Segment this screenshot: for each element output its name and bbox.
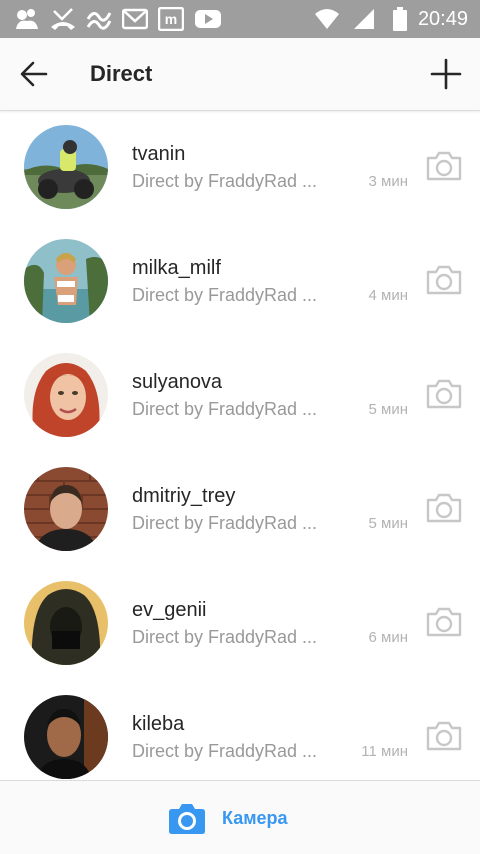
youtube-icon: [194, 7, 222, 31]
thread-username: tvanin: [132, 143, 186, 165]
camera-icon: [426, 265, 462, 295]
svg-text:m: m: [165, 11, 177, 27]
thread-row[interactable]: tvanin Direct by FraddyRad ... 3 мин: [0, 111, 480, 225]
camera-button[interactable]: Камера: [168, 799, 288, 837]
thread-row[interactable]: milka_milf Direct by FraddyRad ... 4 мин: [0, 225, 480, 339]
avatar[interactable]: [24, 581, 108, 665]
thread-preview: Direct by FraddyRad ...: [132, 741, 318, 761]
wifi-icon: [314, 7, 340, 31]
thread-time: 4 мин: [368, 287, 409, 304]
camera-icon: [169, 804, 205, 834]
battery-icon: [392, 7, 408, 31]
reply-camera-button[interactable]: [424, 491, 464, 525]
thread-row[interactable]: kileba Direct by FraddyRad ... 11 мин: [0, 681, 480, 781]
thread-time: 5 мин: [368, 515, 409, 532]
app-bar: Direct: [0, 38, 480, 111]
thread-preview: Direct by FraddyRad ...: [132, 285, 318, 305]
thread-username: milka_milf: [132, 257, 221, 279]
status-bar: m 20:49: [0, 0, 480, 38]
signal-wave-icon: [86, 7, 112, 31]
thread-preview: Direct by FraddyRad ...: [132, 513, 318, 533]
camera-icon: [426, 151, 462, 181]
cell-signal-icon: [352, 7, 376, 31]
thread-time: 3 мин: [368, 173, 409, 190]
thread-preview: Direct by FraddyRad ...: [132, 399, 318, 419]
thread-list: tvanin Direct by FraddyRad ... 3 мин mil…: [0, 111, 480, 781]
back-button[interactable]: [14, 56, 54, 92]
thread-time: 11 мин: [361, 743, 408, 760]
thread-time: 6 мин: [368, 629, 409, 646]
reply-camera-button[interactable]: [424, 263, 464, 297]
camera-icon: [426, 493, 462, 523]
reply-camera-button[interactable]: [424, 605, 464, 639]
notification-app-icon: [14, 7, 40, 31]
m-app-icon: m: [158, 7, 184, 31]
plus-icon: [430, 58, 462, 90]
thread-username: sulyanova: [132, 371, 223, 393]
reply-camera-button[interactable]: [424, 149, 464, 183]
camera-icon: [426, 721, 462, 751]
camera-label: Камера: [222, 807, 288, 828]
camera-icon: [426, 379, 462, 409]
new-message-button[interactable]: [426, 54, 466, 94]
thread-username: dmitriy_trey: [132, 485, 236, 507]
thread-time: 5 мин: [368, 401, 409, 418]
gmail-icon: [122, 7, 148, 31]
avatar[interactable]: [24, 239, 108, 323]
reply-camera-button[interactable]: [424, 719, 464, 753]
bottom-bar: Камера: [0, 780, 480, 854]
avatar[interactable]: [24, 467, 108, 551]
avatar[interactable]: [24, 125, 108, 209]
page-title: Direct: [90, 61, 153, 86]
arrow-left-icon: [20, 61, 48, 87]
thread-username: ev_genii: [132, 599, 207, 621]
reply-camera-button[interactable]: [424, 377, 464, 411]
thread-preview: Direct by FraddyRad ...: [132, 171, 318, 191]
thread-row[interactable]: dmitriy_trey Direct by FraddyRad ... 5 м…: [0, 453, 480, 567]
thread-preview: Direct by FraddyRad ...: [132, 627, 318, 647]
thread-row[interactable]: sulyanova Direct by FraddyRad ... 5 мин: [0, 339, 480, 453]
thread-row[interactable]: ev_genii Direct by FraddyRad ... 6 мин: [0, 567, 480, 681]
missed-call-icon: [50, 7, 76, 31]
avatar[interactable]: [24, 695, 108, 779]
avatar[interactable]: [24, 353, 108, 437]
status-time: 20:49: [417, 8, 468, 30]
camera-icon: [426, 607, 462, 637]
thread-username: kileba: [132, 713, 185, 735]
